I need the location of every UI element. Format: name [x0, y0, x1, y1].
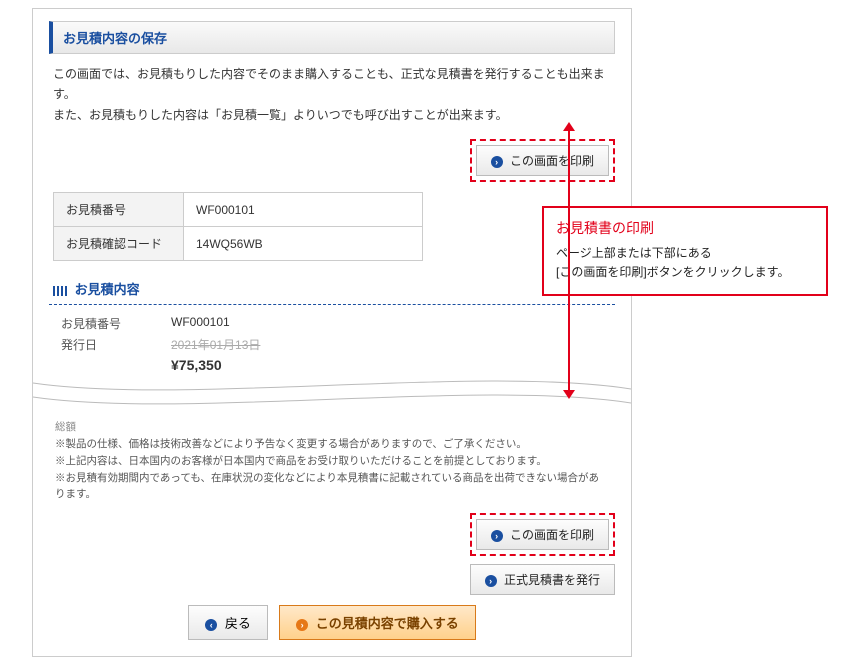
section-break-icon [33, 375, 631, 415]
cell-label: お見積確認コード [54, 227, 184, 261]
chevron-right-icon: › [296, 619, 308, 631]
quote-info-table: お見積番号 WF000101 お見積確認コード 14WQ56WB [53, 192, 423, 261]
notes-block: 総額 ※製品の仕様、価格は技術改善などにより予告なく変更する場合がありますので、… [55, 419, 609, 503]
arrow-down-icon [563, 390, 575, 399]
bottom-print-highlight: › この画面を印刷 [470, 513, 615, 556]
print-button-top[interactable]: › この画面を印刷 [476, 145, 609, 176]
content-subheader-label: お見積内容 [75, 282, 140, 297]
section-title: お見積内容の保存 [63, 31, 167, 46]
purchase-button[interactable]: › この見積内容で購入する [279, 605, 476, 640]
price-value: ¥75,350 [171, 357, 603, 373]
table-row: お見積確認コード 14WQ56WB [54, 227, 423, 261]
detail-label: お見積番号 [61, 315, 171, 332]
note-line: ※お見積有効期間内であっても、在庫状況の変化などにより本見積書に記載されている商… [55, 470, 609, 504]
cell-label: お見積番号 [54, 193, 184, 227]
table-row: お見積番号 WF000101 [54, 193, 423, 227]
action-row: ‹ 戻る › この見積内容で購入する [49, 605, 615, 640]
purchase-label: この見積内容で購入する [316, 616, 459, 631]
detail-label: 発行日 [61, 336, 171, 353]
detail-row-issue-date: 発行日 2021年01月13日 [49, 334, 615, 355]
callout-title: お見積書の印刷 [556, 218, 814, 238]
cell-value: 14WQ56WB [184, 227, 423, 261]
arrow-up-icon [563, 122, 575, 131]
intro-line2: また、お見積もりした内容は「お見積一覧」よりいつでも呼び出すことが出来ます。 [53, 105, 611, 125]
back-button[interactable]: ‹ 戻る [188, 605, 268, 640]
issue-quote-label: 正式見積書を発行 [504, 573, 600, 587]
chevron-right-icon: › [491, 530, 503, 542]
section-header: お見積内容の保存 [49, 21, 615, 54]
back-label: 戻る [225, 616, 251, 631]
detail-value: 2021年01月13日 [171, 336, 603, 353]
intro-line1: この画面では、お見積もりした内容でそのまま購入することも、正式な見積書を発行する… [53, 64, 611, 105]
chevron-right-icon: › [491, 156, 503, 168]
bottom-button-col: › この画面を印刷 › 正式見積書を発行 [49, 513, 615, 595]
top-button-row: › この画面を印刷 [49, 139, 615, 182]
print-button-label: この画面を印刷 [510, 528, 594, 542]
quote-save-panel: お見積内容の保存 この画面では、お見積もりした内容でそのまま購入することも、正式… [32, 8, 632, 657]
note-line: ※製品の仕様、価格は技術改善などにより予告なく変更する場合がありますので、ご了承… [55, 436, 609, 453]
chevron-right-icon: › [485, 575, 497, 587]
detail-row-quote-no: お見積番号 WF000101 [49, 313, 615, 334]
detail-value: WF000101 [171, 315, 603, 332]
instruction-callout: お見積書の印刷 ページ上部または下部にある [この画面を印刷]ボタンをクリックし… [542, 206, 828, 296]
detail-row-price: ¥75,350 [49, 355, 615, 375]
cell-value: WF000101 [184, 193, 423, 227]
note-total-label: 総額 [55, 419, 609, 436]
chevron-left-icon: ‹ [205, 619, 217, 631]
note-line: ※上記内容は、日本国内のお客様が日本国内で商品をお受け取りいただけることを前提と… [55, 453, 609, 470]
content-subheader: お見積内容 [49, 275, 615, 305]
issue-quote-button[interactable]: › 正式見積書を発行 [470, 564, 615, 595]
detail-label [61, 357, 171, 373]
callout-body: ページ上部または下部にある [この画面を印刷]ボタンをクリックします。 [556, 244, 814, 282]
print-button-bottom[interactable]: › この画面を印刷 [476, 519, 609, 550]
print-button-label: この画面を印刷 [510, 154, 594, 168]
top-print-highlight: › この画面を印刷 [470, 139, 615, 182]
intro-text: この画面では、お見積もりした内容でそのまま購入することも、正式な見積書を発行する… [53, 64, 611, 125]
arrow-line-icon [568, 126, 570, 392]
